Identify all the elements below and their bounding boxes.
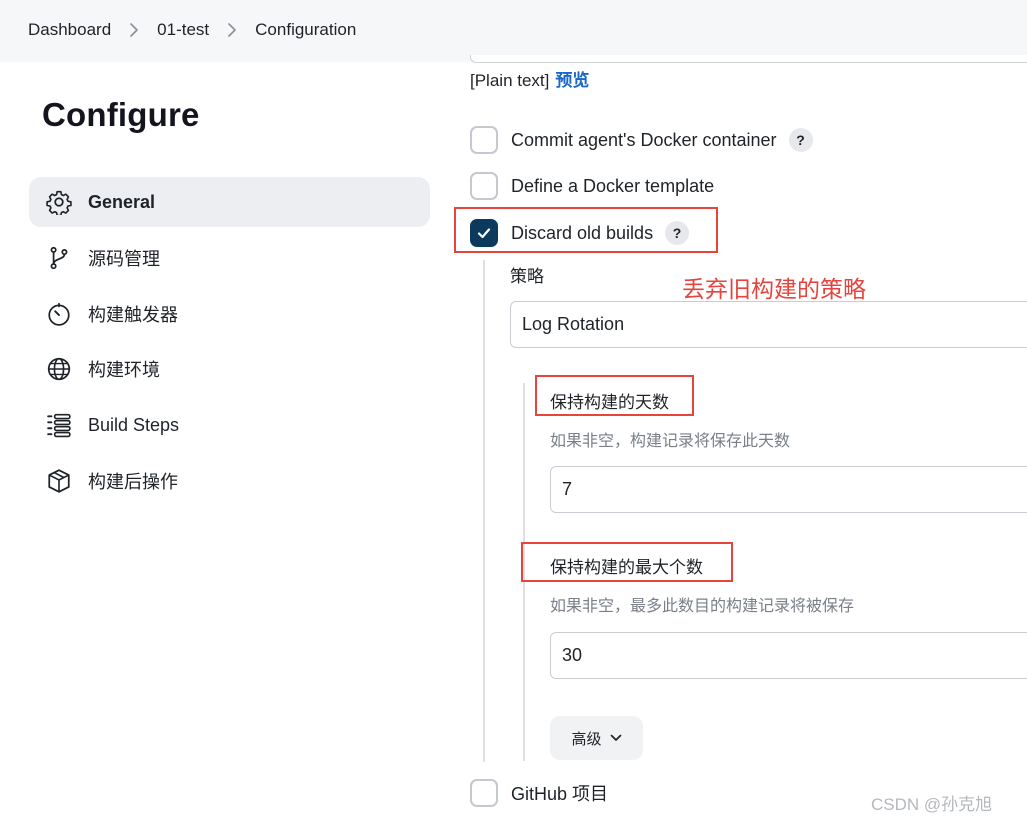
max-builds-hint: 如果非空，最多此数目的构建记录将被保存 <box>550 598 855 615</box>
define-docker-label[interactable]: Define a Docker template <box>511 176 714 197</box>
commit-docker-option: Commit agent's Docker container ? <box>470 126 813 154</box>
sidebar-item-label: 源码管理 <box>88 249 160 269</box>
sidebar-item-post-build[interactable]: 构建后操作 <box>29 456 430 506</box>
description-input-edge[interactable] <box>470 55 1027 63</box>
breadcrumb-bar: Dashboard 01-test Configuration <box>0 0 1027 62</box>
sidebar-item-environment[interactable]: 构建环境 <box>29 344 430 394</box>
checkmark-icon <box>477 228 491 239</box>
help-icon[interactable]: ? <box>788 128 813 152</box>
commit-docker-label[interactable]: Commit agent's Docker container <box>511 130 777 151</box>
advanced-button-label: 高级 <box>571 730 602 748</box>
sidebar-item-triggers[interactable]: 构建触发器 <box>29 289 430 339</box>
breadcrumb: Dashboard 01-test Configuration <box>28 20 356 40</box>
gear-icon <box>46 189 72 215</box>
branch-icon <box>46 245 72 271</box>
commit-docker-checkbox[interactable] <box>470 126 498 154</box>
sidebar-item-label: Build Steps <box>88 414 180 435</box>
sidebar-item-label: 构建环境 <box>88 360 160 380</box>
markup-format-line: [Plain text] 预览 <box>470 66 589 91</box>
breadcrumb-job[interactable]: 01-test <box>157 20 209 40</box>
help-icon[interactable]: ? <box>665 221 690 245</box>
advanced-button[interactable]: 高级 <box>550 716 643 760</box>
sidebar-item-label: General <box>88 191 156 212</box>
sidebar-item-label: 构建触发器 <box>88 305 178 325</box>
max-builds-input[interactable]: 30 <box>550 632 1027 679</box>
annotation-text: 丢弃旧构建的策略 <box>682 276 866 302</box>
discard-old-builds-label[interactable]: Discard old builds <box>511 223 653 244</box>
preview-link[interactable]: 预览 <box>555 71 589 90</box>
github-project-checkbox[interactable] <box>470 779 498 807</box>
strategy-selected-value: Log Rotation <box>522 314 625 334</box>
days-to-keep-value: 7 <box>562 479 573 499</box>
chevron-down-icon <box>610 734 621 741</box>
breadcrumb-configuration[interactable]: Configuration <box>255 20 356 40</box>
github-project-option: GitHub 项目 <box>470 779 608 807</box>
discard-old-builds-checkbox[interactable] <box>470 219 498 247</box>
sidebar-item-label: 构建后操作 <box>88 472 178 492</box>
sidebar-item-scm[interactable]: 源码管理 <box>29 233 430 283</box>
package-icon <box>46 468 72 494</box>
max-builds-value: 30 <box>562 645 583 665</box>
github-project-label[interactable]: GitHub 项目 <box>511 780 608 806</box>
max-builds-label: 保持构建的最大个数 <box>550 558 703 577</box>
page-title: Configure <box>42 96 200 133</box>
list-icon <box>46 412 72 438</box>
sidebar-item-general[interactable]: General <box>29 177 430 227</box>
plain-text-label: [Plain text] <box>470 71 550 90</box>
strategy-label: 策略 <box>510 267 544 286</box>
timer-icon <box>46 301 72 327</box>
globe-icon <box>46 356 72 382</box>
define-docker-option: Define a Docker template <box>470 172 714 200</box>
breadcrumb-dashboard[interactable]: Dashboard <box>28 20 111 40</box>
chevron-right-icon <box>129 23 139 37</box>
chevron-right-icon <box>227 23 237 37</box>
watermark: CSDN @孙克旭 <box>871 795 993 814</box>
strategy-select[interactable]: Log Rotation <box>510 301 1027 348</box>
nested-section-line <box>483 260 485 762</box>
days-to-keep-hint: 如果非空，构建记录将保存此天数 <box>550 433 791 450</box>
days-to-keep-input[interactable]: 7 <box>550 466 1027 513</box>
discard-old-builds-option: Discard old builds ? <box>470 219 690 247</box>
sidebar-item-build-steps[interactable]: Build Steps <box>29 400 430 450</box>
days-to-keep-label: 保持构建的天数 <box>550 393 669 412</box>
define-docker-checkbox[interactable] <box>470 172 498 200</box>
